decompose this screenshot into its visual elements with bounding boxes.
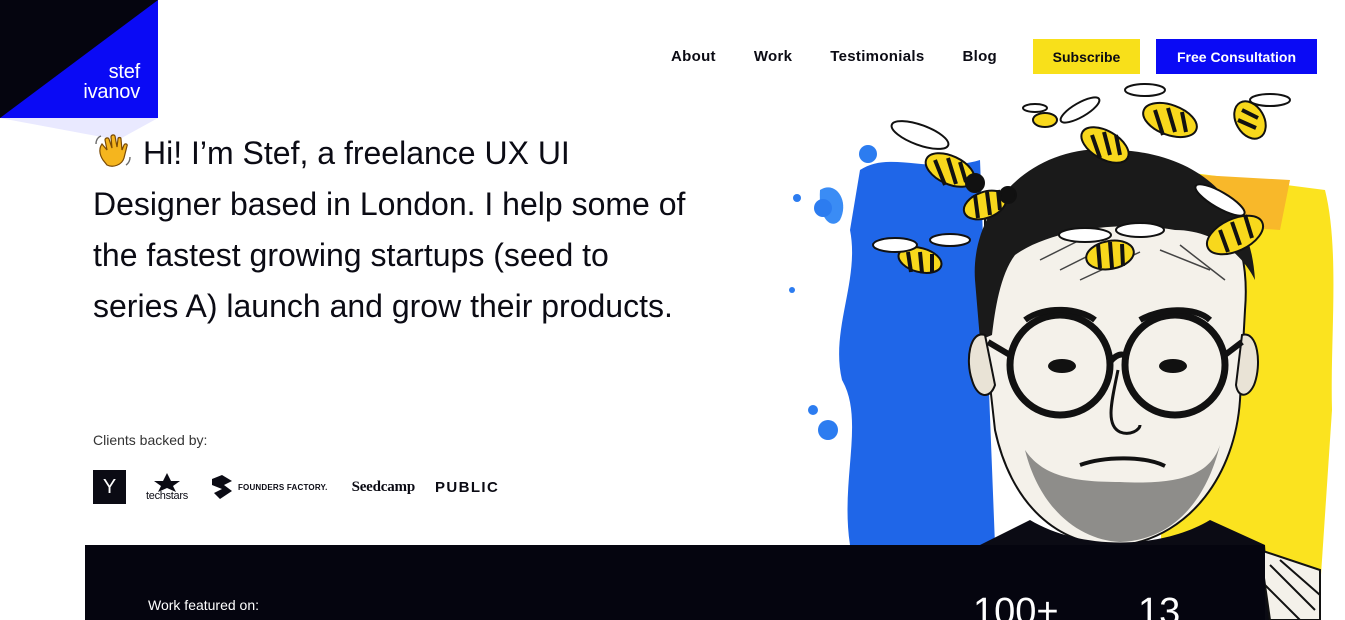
logo-text: stef ivanov [83,62,140,102]
hero-text: Hi! I’m Stef, a freelance UX UI Designer… [93,135,686,324]
techstars-star-icon [153,473,180,492]
public-logo: PUBLIC [434,478,500,496]
founders-factory-icon [211,475,232,499]
founders-factory-label: FOUNDERS FACTORY. [237,482,328,492]
clients-label: Clients backed by: [93,432,208,448]
subscribe-button[interactable]: Subscribe [1033,39,1140,74]
logo-line1: stef [108,61,141,83]
featured-band: Work featured on: 100+ 13 [85,545,1265,620]
founders-factory-logo: FOUNDERS FACTORY. [210,473,328,501]
seedcamp-logo: Seedcamp [351,478,416,495]
portrait-illustration [789,83,1334,620]
site-logo[interactable]: stef ivanov [0,0,158,140]
techstars-logo: techstars [146,472,188,502]
stat-years: 13 [1138,591,1181,620]
clients-logos: Y techstars FOUNDERS FACTORY. Seedcamp P… [93,470,499,504]
waving-hand-icon [95,134,131,167]
free-consultation-button[interactable]: Free Consultation [1156,39,1317,74]
bee-9 [1022,103,1058,128]
nav-link-about[interactable]: About [671,48,716,65]
techstars-label: techstars [146,490,188,502]
nav-link-testimonials[interactable]: Testimonials [830,48,924,65]
bee-8 [1233,93,1291,140]
nav-link-blog[interactable]: Blog [962,48,997,65]
stat-projects: 100+ [973,591,1059,620]
work-featured-label: Work featured on: [148,597,260,613]
main-nav: About Work Testimonials Blog Subscribe F… [671,39,1317,74]
nav-link-work[interactable]: Work [754,48,792,65]
bee-7 [1124,83,1198,139]
ycombinator-logo: Y [93,470,126,504]
hero-intro: Hi! I’m Stef, a freelance UX UI Designer… [93,128,693,332]
logo-line2: ivanov [83,81,140,103]
